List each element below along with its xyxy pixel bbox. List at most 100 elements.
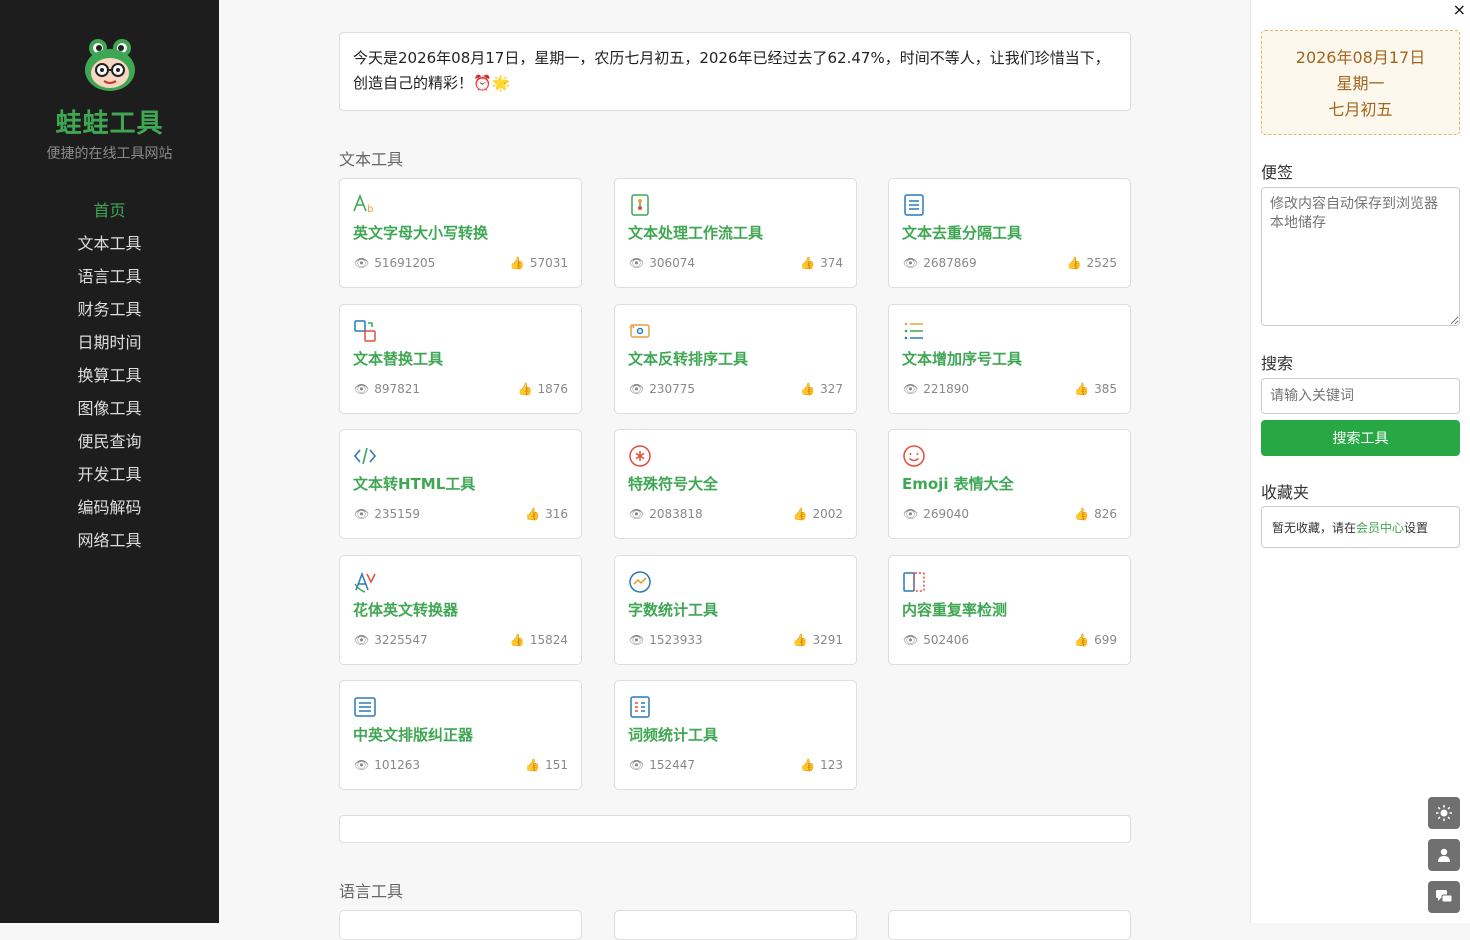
tool-card-title: 文本转HTML工具 — [353, 475, 476, 493]
replace-icon — [354, 320, 376, 342]
eye-icon: 👁 — [354, 382, 370, 396]
tool-card-title: 花体英文转换器 — [353, 601, 459, 619]
eye-icon: 👁 — [354, 758, 370, 772]
tool-card[interactable]: 词频统计工具 👁 152447 👍 123 — [614, 680, 857, 790]
view-count: 👁 235159 — [354, 507, 421, 521]
tool-card[interactable]: 文本处理工作流工具 👁 306074 👍 374 — [614, 178, 857, 288]
date-lunar: 七月初五 — [1328, 100, 1393, 119]
asterisk-icon — [629, 445, 651, 467]
view-count: 👁 152447 — [629, 758, 696, 772]
note-textarea[interactable] — [1261, 187, 1460, 326]
view-count: 👁 3225547 — [354, 633, 428, 647]
nav-item-encode-decode[interactable]: 编码解码 — [0, 497, 219, 530]
like-count: 👍 316 — [525, 507, 568, 521]
thumbs-up-icon: 👍 — [792, 507, 808, 521]
tool-card[interactable]: 文本转HTML工具 👁 235159 👍 316 — [339, 429, 582, 539]
frog-logo-icon[interactable] — [84, 38, 136, 92]
view-count: 👁 51691205 — [354, 256, 436, 270]
close-panel-button[interactable]: × — [1453, 0, 1466, 19]
tool-card[interactable]: 文本增加序号工具 👁 221890 👍 385 — [888, 304, 1131, 414]
right-panel: × 2026年08月17日 星期一 七月初五 便签 搜索 搜索工具 收藏夹 暂无… — [1250, 0, 1470, 923]
nav-item-finance-tools[interactable]: 财务工具 — [0, 299, 219, 332]
like-count: 👍 385 — [1074, 382, 1117, 396]
note-label: 便签 — [1261, 163, 1294, 182]
eye-icon: 👁 — [354, 633, 370, 647]
eye-icon: 👁 — [903, 256, 919, 270]
tool-card-title: 特殊符号大全 — [628, 475, 719, 493]
section-title-language-tools: 语言工具 — [339, 882, 404, 901]
theme-toggle-button[interactable] — [1428, 797, 1460, 829]
frequency-icon — [630, 696, 650, 718]
member-center-link[interactable]: 会员中心 — [1356, 521, 1404, 535]
like-count: 👍 699 — [1074, 633, 1117, 647]
thumbs-up-icon: 👍 — [1074, 507, 1090, 521]
nav-item-network-tools[interactable]: 网络工具 — [0, 530, 219, 563]
user-button[interactable] — [1428, 839, 1460, 871]
tool-card[interactable]: 内容重复率检测 👁 502406 👍 699 — [888, 555, 1131, 665]
feedback-button[interactable] — [1428, 881, 1460, 913]
smiley-icon — [903, 445, 925, 467]
ad-placeholder — [339, 815, 1131, 843]
eye-icon: 👁 — [629, 758, 645, 772]
reverse-icon — [629, 323, 650, 338]
tool-card[interactable]: Emoji 表情大全 👁 269040 👍 826 — [888, 429, 1131, 539]
tool-card[interactable]: 字数统计工具 👁 1523933 👍 3291 — [614, 555, 857, 665]
compare-icon — [903, 572, 925, 592]
tool-card[interactable] — [339, 910, 582, 940]
tool-card[interactable]: 文本反转排序工具 👁 230775 👍 327 — [614, 304, 857, 414]
tool-card-title: 文本处理工作流工具 — [628, 224, 764, 242]
chat-icon — [1436, 890, 1453, 903]
nav-item-conversion-tools[interactable]: 换算工具 — [0, 365, 219, 398]
thumbs-up-icon: 👍 — [792, 633, 808, 647]
eye-icon: 👁 — [354, 256, 370, 270]
tool-card[interactable]: b 英文字母大小写转换 👁 51691205 👍 57031 — [339, 178, 582, 288]
tool-card[interactable]: 文本替换工具 👁 897821 👍 1876 — [339, 304, 582, 414]
view-count: 👁 101263 — [354, 758, 421, 772]
eye-icon: 👁 — [629, 382, 645, 396]
tool-card[interactable] — [888, 910, 1131, 940]
tool-card-title: Emoji 表情大全 — [902, 475, 1014, 493]
eye-icon: 👁 — [903, 507, 919, 521]
tool-card-title: 词频统计工具 — [628, 726, 719, 744]
date-full: 2026年08月17日 — [1295, 48, 1426, 67]
main-nav: 首页 文本工具 语言工具 财务工具 日期时间 换算工具 图像工具 便民查询 开发… — [0, 200, 219, 563]
date-weekday: 星期一 — [1336, 74, 1385, 93]
thumbs-up-icon: 👍 — [525, 507, 541, 521]
thumbs-up-icon: 👍 — [800, 382, 816, 396]
nav-item-language-tools[interactable]: 语言工具 — [0, 266, 219, 299]
main-content: 今天是2026年08月17日，星期一，农历七月初五，2026年已经过去了62.4… — [219, 0, 1250, 940]
sidebar: 蛙蛙工具 便捷的在线工具网站 首页 文本工具 语言工具 财务工具 日期时间 换算… — [0, 0, 219, 923]
view-count: 👁 230775 — [629, 382, 696, 396]
search-input[interactable] — [1261, 378, 1460, 414]
nav-item-public-lookup[interactable]: 便民查询 — [0, 431, 219, 464]
like-count: 👍 3291 — [792, 633, 844, 647]
tool-card-title: 文本增加序号工具 — [902, 350, 1023, 368]
tool-card-title: 文本替换工具 — [353, 350, 444, 368]
brand-name[interactable]: 蛙蛙工具 — [0, 103, 219, 140]
view-count: 👁 221890 — [903, 382, 970, 396]
view-count: 👁 2687869 — [903, 256, 977, 270]
thumbs-up-icon: 👍 — [509, 256, 525, 270]
search-tools-button[interactable]: 搜索工具 — [1261, 420, 1460, 456]
nav-item-dev-tools[interactable]: 开发工具 — [0, 464, 219, 497]
tool-card[interactable]: 中英文排版纠正器 👁 101263 👍 151 — [339, 680, 582, 790]
date-card: 2026年08月17日 星期一 七月初五 — [1261, 30, 1460, 135]
tool-card-title: 字数统计工具 — [628, 601, 719, 619]
fancy-letter-icon — [354, 571, 376, 593]
nav-item-text-tools[interactable]: 文本工具 — [0, 233, 219, 266]
nav-item-date-time[interactable]: 日期时间 — [0, 332, 219, 365]
like-count: 👍 327 — [800, 382, 843, 396]
tool-card[interactable]: 文本去重分隔工具 👁 2687869 👍 2525 — [888, 178, 1131, 288]
thumbs-up-icon: 👍 — [1074, 382, 1090, 396]
tool-card[interactable]: 特殊符号大全 👁 2083818 👍 2002 — [614, 429, 857, 539]
tool-card[interactable] — [614, 910, 857, 940]
view-count: 👁 2083818 — [629, 507, 703, 521]
nav-item-image-tools[interactable]: 图像工具 — [0, 398, 219, 431]
thumbs-up-icon: 👍 — [800, 758, 816, 772]
letter-case-icon: b — [353, 193, 373, 215]
section-title-text-tools: 文本工具 — [339, 150, 404, 169]
nav-item-home[interactable]: 首页 — [0, 200, 219, 233]
date-banner: 今天是2026年08月17日，星期一，农历七月初五，2026年已经过去了62.4… — [339, 32, 1131, 111]
tool-card[interactable]: 花体英文转换器 👁 3225547 👍 15824 — [339, 555, 582, 665]
like-count: 👍 2525 — [1066, 256, 1118, 270]
